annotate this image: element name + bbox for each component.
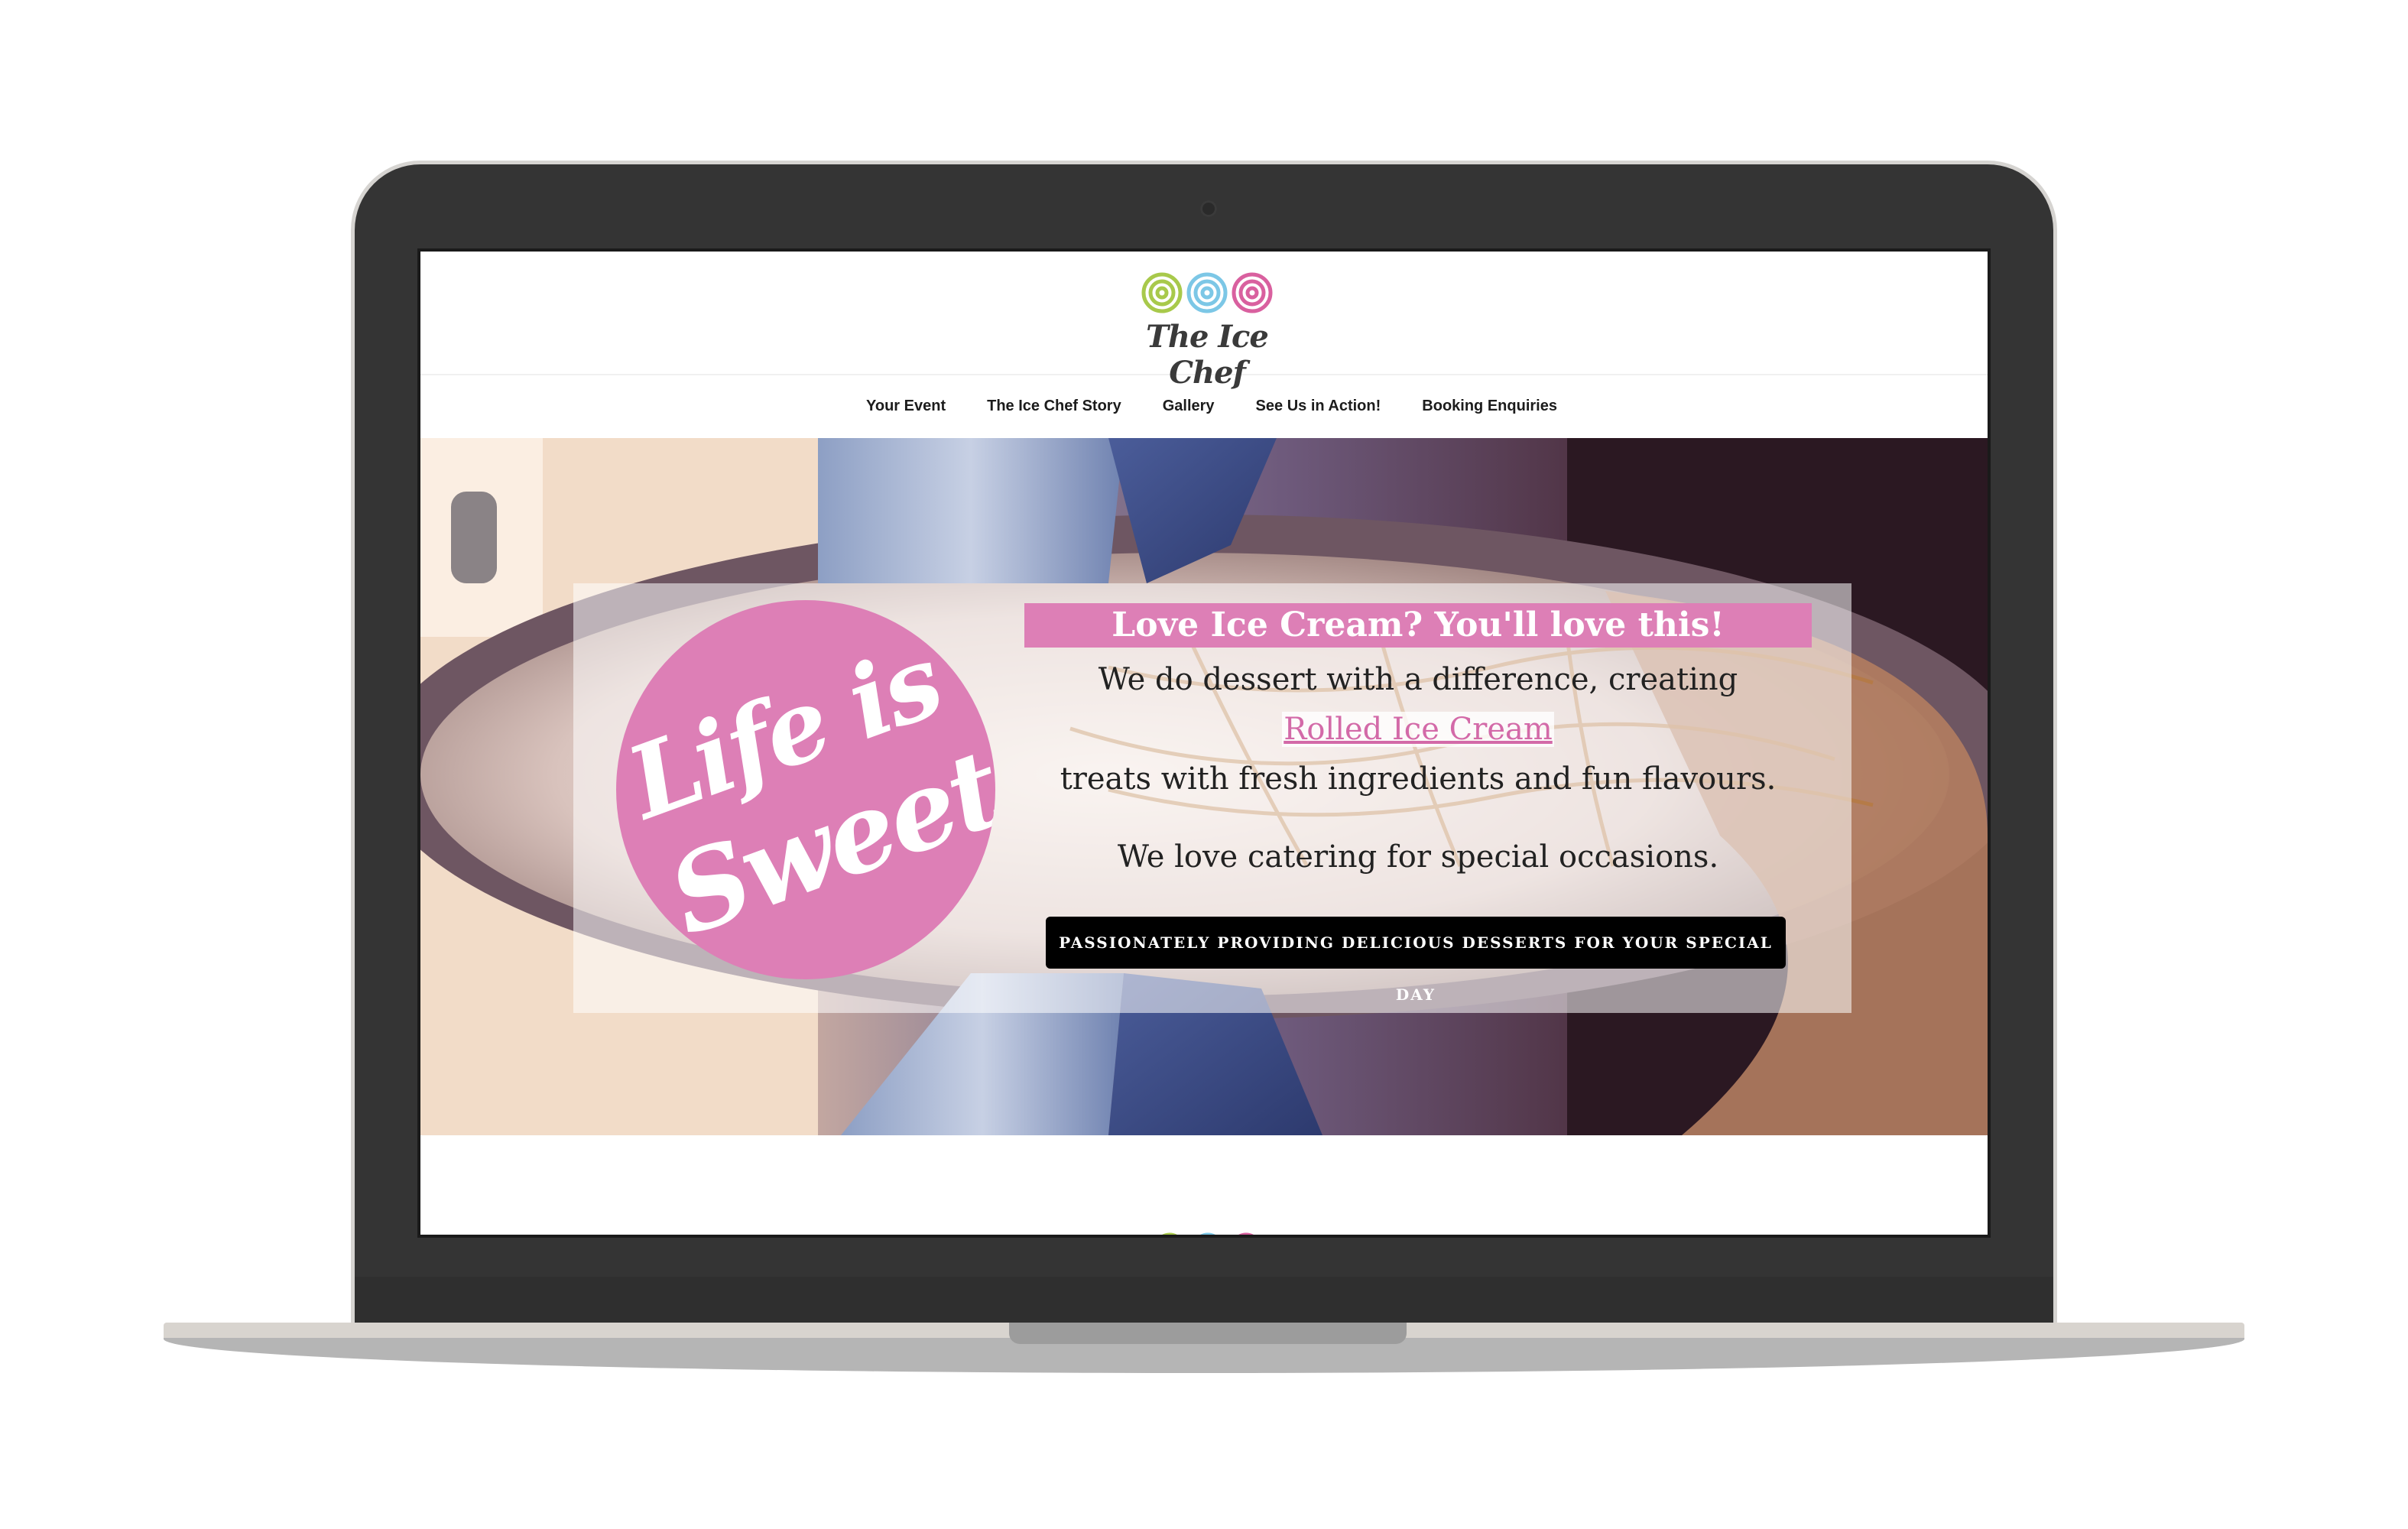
- main-nav: Your Event The Ice Chef Story Gallery Se…: [420, 375, 1988, 437]
- nav-see-us-in-action[interactable]: See Us in Action!: [1256, 398, 1381, 415]
- footer-swirl-icon: [1162, 1232, 1254, 1235]
- site-header: The Ice Chef: [420, 252, 1988, 391]
- hero-section: Life is Sweet Love Ice Cream? You'll lov…: [420, 438, 1988, 1135]
- rolled-ice-cream-link[interactable]: Rolled Ice Cream: [1282, 712, 1554, 747]
- hero-copy-line-2: treats with fresh ingredients and fun fl…: [1060, 761, 1777, 797]
- nav-booking-enquiries[interactable]: Booking Enquiries: [1422, 398, 1557, 415]
- cta-button[interactable]: PASSIONATELY PROVIDING DELICIOUS DESSERT…: [1046, 917, 1786, 1004]
- hero-copy: We do dessert with a difference, creatin…: [986, 655, 1850, 882]
- website-screen: The Ice Chef Your Event The Ice Chef Sto…: [417, 248, 1991, 1238]
- laptop-mockup: The Ice Chef Your Event The Ice Chef Sto…: [0, 0, 2408, 1529]
- nav-ice-chef-story[interactable]: The Ice Chef Story: [987, 398, 1121, 415]
- hero-copy-line-1: We do dessert with a difference, creatin…: [1098, 662, 1738, 697]
- laptop-bezel: [355, 1277, 2053, 1323]
- hero-headline: Love Ice Cream? You'll love this!: [1024, 603, 1812, 648]
- swirl-logo-icon: [1141, 272, 1273, 313]
- hero-copy-line-3: We love catering for special occasions.: [1117, 839, 1719, 875]
- nav-your-event[interactable]: Your Event: [866, 398, 946, 415]
- site-logo[interactable]: The Ice Chef: [1119, 270, 1295, 391]
- nav-gallery[interactable]: Gallery: [1163, 398, 1215, 415]
- life-is-sweet-badge: Life is Sweet: [616, 600, 995, 979]
- webcam: [1200, 200, 1217, 217]
- laptop-notch: [1009, 1323, 1407, 1344]
